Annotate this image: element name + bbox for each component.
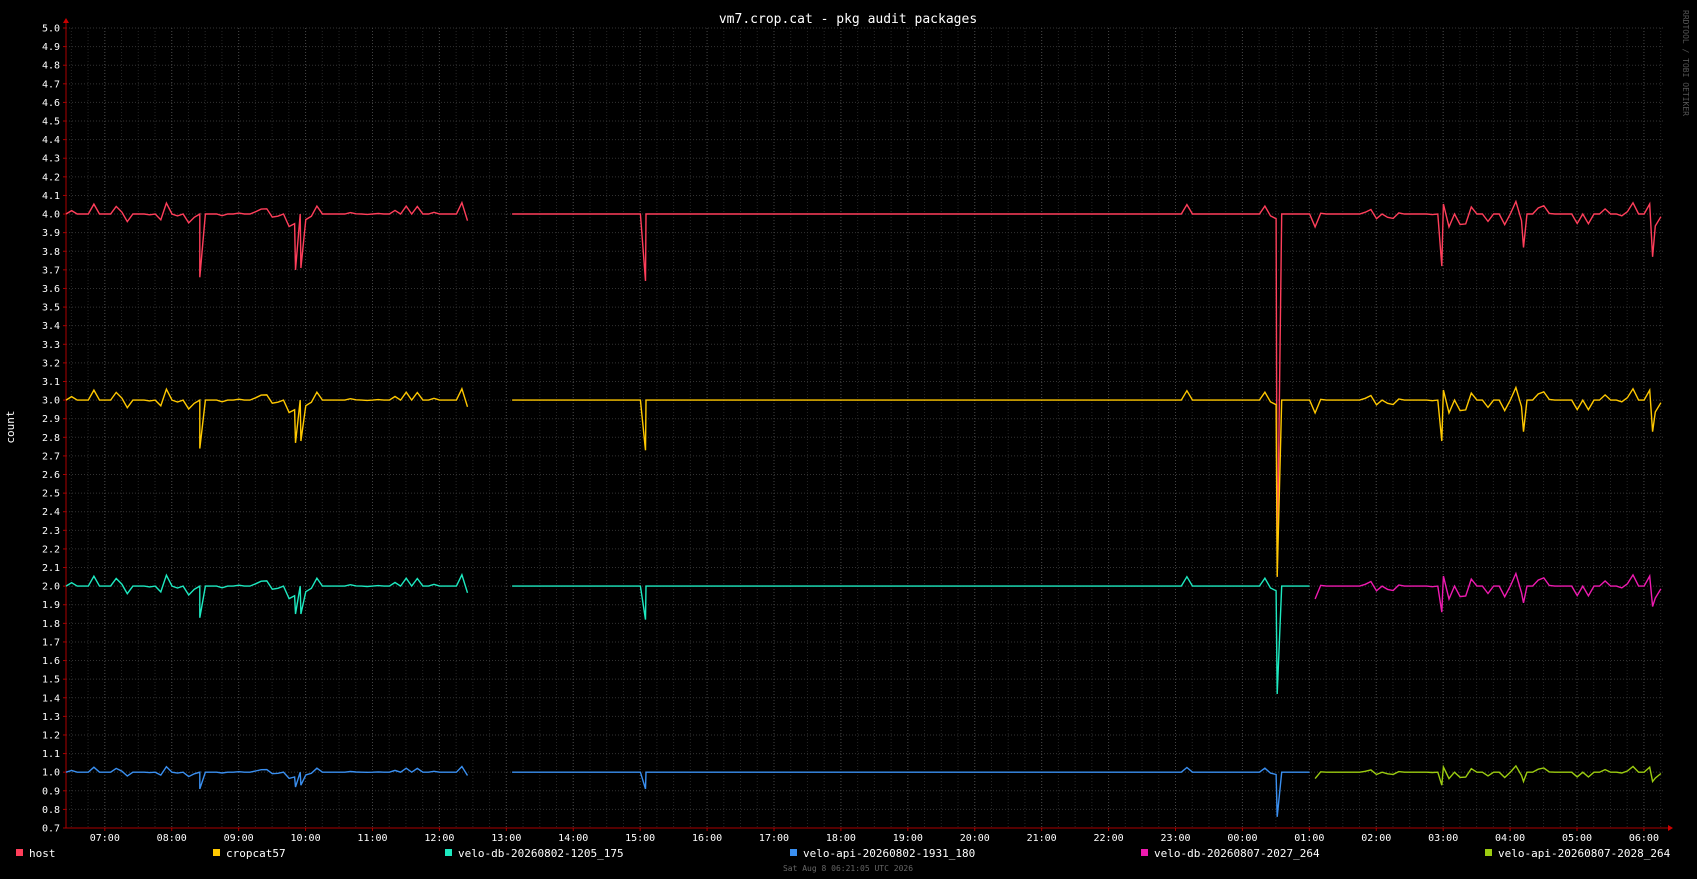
- x-tick-label: 19:00: [893, 833, 923, 844]
- y-tick-label: 2.3: [42, 526, 60, 537]
- x-tick-label: 00:00: [1227, 833, 1257, 844]
- series-line-5: [1314, 764, 1662, 786]
- y-tick-label: 0.9: [42, 786, 60, 797]
- y-axis-arrow: [63, 18, 69, 23]
- legend-swatch: [790, 849, 797, 856]
- y-tick-label: 2.2: [42, 544, 60, 555]
- y-tick-label: 2.6: [42, 470, 60, 481]
- y-tick-label: 5.0: [42, 24, 60, 35]
- y-tick-label: 4.3: [42, 154, 60, 165]
- y-tick-label: 1.4: [42, 693, 60, 704]
- y-tick-label: 2.9: [42, 414, 60, 425]
- y-tick-label: 4.1: [42, 191, 60, 202]
- y-axis-label: count: [4, 410, 17, 443]
- x-tick-label: 02:00: [1361, 833, 1391, 844]
- x-tick-label: 05:00: [1562, 833, 1592, 844]
- legend-label: velo-api-20260807-2028_264: [1498, 847, 1671, 860]
- x-tick-label: 04:00: [1495, 833, 1525, 844]
- legend-label: velo-api-20260802-1931_180: [803, 847, 975, 860]
- y-tick-label: 3.7: [42, 265, 60, 276]
- y-tick-label: 2.1: [42, 563, 60, 574]
- x-tick-label: 03:00: [1428, 833, 1458, 844]
- legend-swatch: [445, 849, 452, 856]
- y-tick-label: 1.2: [42, 730, 60, 741]
- y-axis-ticks: 5.0 4.9 4.8 4.7 4.6 4.5 4.4 4.3 4.2 4.1 4.0 3.9 3.8 3…: [42, 24, 60, 835]
- y-tick-label: 2.4: [42, 507, 60, 518]
- y-tick-label: 1.5: [42, 675, 60, 686]
- x-tick-label: 12:00: [424, 833, 454, 844]
- x-tick-label: 22:00: [1094, 833, 1124, 844]
- y-tick-label: 0.8: [42, 805, 60, 816]
- watermark: RRDTOOL / TOBI OETIKER: [1681, 10, 1690, 116]
- x-tick-label: 20:00: [960, 833, 990, 844]
- y-tick-label: 4.0: [42, 210, 60, 221]
- grid: [63, 18, 1673, 831]
- y-tick-label: 3.0: [42, 396, 60, 407]
- x-tick-label: 21:00: [1027, 833, 1057, 844]
- x-tick-label: 14:00: [558, 833, 588, 844]
- legend-swatch: [1485, 849, 1492, 856]
- y-tick-label: 1.1: [42, 749, 60, 760]
- x-tick-label: 16:00: [692, 833, 722, 844]
- y-tick-label: 2.5: [42, 489, 60, 500]
- y-tick-label: 3.1: [42, 377, 60, 388]
- x-tick-label: 08:00: [157, 833, 187, 844]
- legend-label: velo-db-20260807-2027_264: [1154, 847, 1320, 860]
- legend-swatch: [1141, 849, 1148, 856]
- y-tick-label: 4.8: [42, 61, 60, 72]
- x-tick-label: 15:00: [625, 833, 655, 844]
- y-tick-label: 4.4: [42, 135, 60, 146]
- y-tick-label: 2.8: [42, 433, 60, 444]
- y-tick-label: 0.7: [42, 824, 60, 835]
- y-tick-label: 3.3: [42, 340, 60, 351]
- y-tick-label: 3.4: [42, 321, 60, 332]
- x-tick-label: 18:00: [826, 833, 856, 844]
- x-tick-label: 23:00: [1160, 833, 1190, 844]
- legend: host cropcat57 velo-db-20260802-1205_175 ve…: [16, 847, 1671, 860]
- y-tick-label: 1.8: [42, 619, 60, 630]
- legend-swatch: [213, 849, 220, 856]
- x-tick-label: 11:00: [357, 833, 387, 844]
- y-tick-label: 1.0: [42, 768, 60, 779]
- series-line-2: [65, 572, 1310, 695]
- y-tick-label: 4.6: [42, 98, 60, 109]
- x-tick-label: 10:00: [291, 833, 321, 844]
- y-tick-label: 4.9: [42, 42, 60, 53]
- series-line-4: [1314, 571, 1662, 613]
- chart: 5.0 4.9 4.8 4.7 4.6 4.5 4.4 4.3 4.2 4.1 4.0 3.9 3.8 3…: [4, 10, 1690, 873]
- y-tick-label: 3.2: [42, 358, 60, 369]
- legend-label: cropcat57: [226, 847, 286, 860]
- x-axis-ticks: 07:00 08:00 09:00 10:00 11:00 12:00 13:00 14:00…: [90, 833, 1659, 844]
- legend-label: host: [29, 847, 56, 860]
- y-tick-label: 4.7: [42, 79, 60, 90]
- x-axis-arrow: [1668, 825, 1673, 831]
- y-tick-label: 4.2: [42, 172, 60, 183]
- y-tick-label: 4.5: [42, 117, 60, 128]
- y-tick-label: 2.7: [42, 451, 60, 462]
- y-tick-label: 2.0: [42, 582, 60, 593]
- y-tick-label: 1.7: [42, 637, 60, 648]
- x-tick-label: 07:00: [90, 833, 120, 844]
- x-tick-label: 01:00: [1294, 833, 1324, 844]
- y-tick-label: 1.3: [42, 712, 60, 723]
- y-tick-label: 1.9: [42, 600, 60, 611]
- footer-timestamp: Sat Aug 8 06:21:05 UTC 2026: [783, 864, 913, 873]
- legend-swatch: [16, 849, 23, 856]
- legend-label: velo-db-20260802-1205_175: [458, 847, 624, 860]
- y-tick-label: 1.6: [42, 656, 60, 667]
- x-tick-label: 13:00: [491, 833, 521, 844]
- chart-title: vm7.crop.cat - pkg audit packages: [719, 12, 977, 27]
- x-tick-label: 17:00: [759, 833, 789, 844]
- x-tick-label: 06:00: [1629, 833, 1659, 844]
- x-tick-label: 09:00: [224, 833, 254, 844]
- y-tick-label: 3.9: [42, 228, 60, 239]
- y-tick-label: 3.8: [42, 247, 60, 258]
- y-tick-label: 3.5: [42, 303, 60, 314]
- y-tick-label: 3.6: [42, 284, 60, 295]
